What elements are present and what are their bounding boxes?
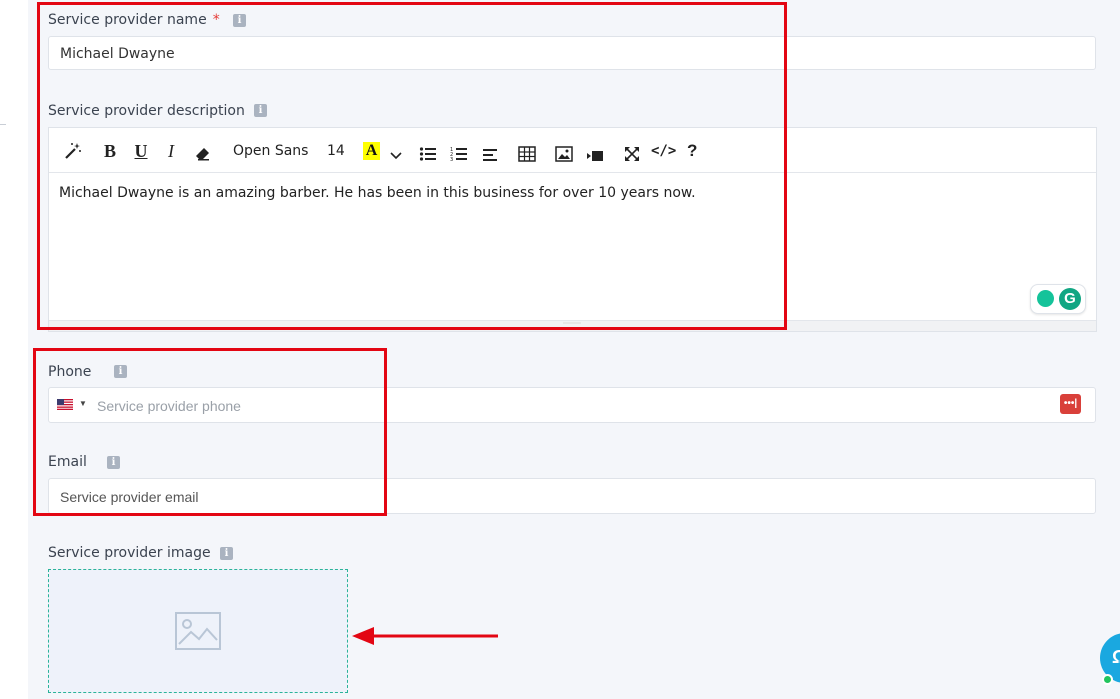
required-mark: * [212,12,220,28]
email-placeholder: Service provider email [60,489,199,505]
phone-placeholder: Service provider phone [97,398,241,414]
eraser-icon[interactable] [195,144,211,164]
resize-handle[interactable] [563,322,581,324]
image-label-text: Service provider image [48,545,211,561]
name-label: Service provider name * [48,12,220,28]
us-flag-icon[interactable] [57,399,73,410]
text-color-button[interactable]: A [363,142,380,160]
phone-label: Phone [48,364,91,380]
info-icon[interactable]: i [107,456,120,469]
font-family-select[interactable]: Open Sans [233,143,308,159]
editor-statusbar [49,320,1096,331]
info-icon[interactable]: i [220,547,233,560]
numbered-list-icon[interactable]: 1 2 3 [450,144,468,164]
description-label: Service provider description [48,103,245,119]
fullscreen-icon[interactable] [624,144,640,164]
image-label: Service provider image [48,545,211,561]
image-upload-area[interactable] [48,569,348,693]
online-status-dot [1102,674,1113,685]
country-caret-icon[interactable]: ▼ [79,399,87,408]
description-label-text: Service provider description [48,103,245,119]
name-input[interactable]: Michael Dwayne [48,36,1096,70]
video-icon[interactable] [586,146,604,166]
password-manager-icon[interactable]: •••| [1060,394,1081,414]
info-icon[interactable]: i [254,104,267,117]
email-label: Email [48,454,87,470]
bullet-list-icon[interactable] [419,144,437,164]
svg-text:3: 3 [450,157,453,163]
table-icon[interactable] [518,144,536,164]
editor-content[interactable]: Michael Dwayne is an amazing barber. He … [59,185,696,201]
bold-button[interactable]: B [102,141,118,161]
info-icon[interactable]: i [233,14,246,27]
underline-button[interactable]: U [133,141,149,161]
name-label-text: Service provider name [48,12,207,28]
font-size-select[interactable]: 14 [327,143,345,159]
chevron-down-icon[interactable] [390,146,402,166]
email-input[interactable]: Service provider email [48,478,1096,514]
magic-wand-icon[interactable] [63,141,83,161]
align-left-icon[interactable] [482,145,498,165]
editor-toolbar: B U I Open Sans 14 A 1 2 3 </> ? [49,128,1096,173]
rich-text-editor[interactable]: B U I Open Sans 14 A 1 2 3 </> ? Michael… [48,127,1097,332]
italic-button[interactable]: I [165,141,177,161]
image-icon[interactable] [555,144,573,164]
image-placeholder-icon [175,612,221,650]
info-icon[interactable]: i [114,365,127,378]
code-view-button[interactable]: </> [651,141,676,161]
grammarly-icon[interactable]: G [1059,288,1081,310]
left-strip [0,0,28,699]
email-label-text: Email [48,454,87,470]
phone-label-text: Phone [48,364,92,380]
name-input-value: Michael Dwayne [60,46,175,62]
chat-icon: Ω [1112,647,1120,667]
annotation-arrow [352,627,498,645]
bulb-icon[interactable] [1037,290,1054,307]
phone-input[interactable]: ▼ Service provider phone •••| [48,387,1096,423]
grammarly-widget[interactable]: G [1030,284,1086,314]
help-button[interactable]: ? [687,141,697,161]
divider [0,124,6,125]
